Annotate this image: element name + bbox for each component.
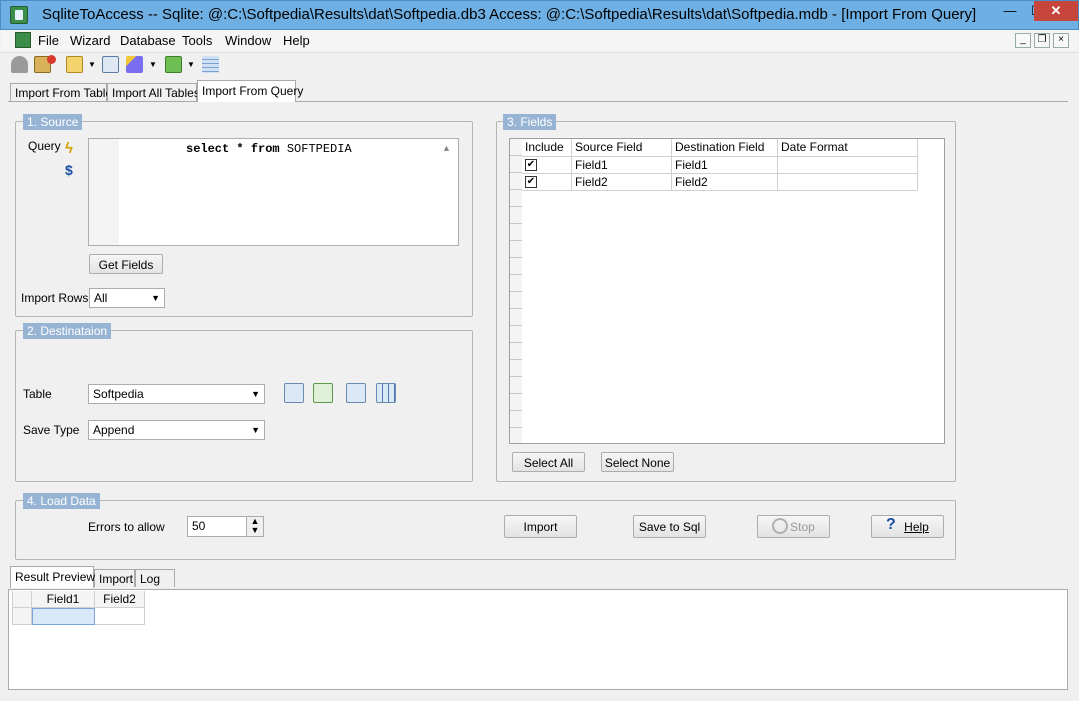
destination-group-title: 2. Destinataion <box>23 323 112 339</box>
table-label: Table <box>23 387 52 401</box>
mdi-restore-button[interactable]: ❐ <box>1034 33 1050 48</box>
connect-icon[interactable] <box>11 56 28 73</box>
query-star: * <box>236 142 244 156</box>
result-preview-panel <box>8 589 1068 690</box>
table-select[interactable]: Softpedia ▼ <box>88 384 265 404</box>
tab-divider <box>8 101 1068 102</box>
query-gutter <box>89 139 119 245</box>
query-table-name: SOFTPEDIA <box>286 142 352 156</box>
column-header-source-field[interactable]: Source Field <box>572 139 672 157</box>
row-header-corner <box>12 591 32 608</box>
scroll-up-icon[interactable]: ▲ <box>442 143 451 153</box>
stop-button[interactable]: Stop <box>757 515 830 538</box>
tab-result-preview[interactable]: Result Preview <box>10 566 95 588</box>
menu-tools[interactable]: Tools <box>182 33 212 48</box>
column-header-destination-field[interactable]: Destination Field <box>672 139 778 157</box>
query-keyword: from <box>250 142 280 156</box>
stop-icon <box>772 518 788 534</box>
column-header-include[interactable]: Include <box>522 139 572 157</box>
select-all-button[interactable]: Select All <box>512 452 585 472</box>
stop-badge-icon <box>47 55 56 64</box>
date-format-cell[interactable] <box>778 174 918 191</box>
run-query-icon[interactable]: ϟ <box>65 140 73 157</box>
help-icon: ? <box>886 516 896 533</box>
destination-field-cell[interactable]: Field1 <box>672 157 778 174</box>
preview-cell[interactable] <box>95 608 145 625</box>
close-button[interactable]: ✕ <box>1034 1 1078 21</box>
tab-import-all-tables[interactable]: Import All Tables <box>107 83 200 101</box>
sql-format-icon[interactable]: $ <box>65 162 73 178</box>
mdi-close-button[interactable]: × <box>1053 33 1069 48</box>
source-group-title: 1. Source <box>23 114 83 130</box>
new-table-icon[interactable] <box>284 383 304 403</box>
mdi-document-icon[interactable] <box>15 32 31 48</box>
fields-group-title: 3. Fields <box>503 114 557 130</box>
chevron-down-icon[interactable]: ▼ <box>149 60 157 69</box>
save-to-sql-button[interactable]: Save to Sql <box>633 515 706 538</box>
date-format-cell[interactable] <box>778 157 918 174</box>
import-button[interactable]: Import <box>504 515 577 538</box>
import-rows-label: Import Rows <box>21 291 89 305</box>
load-data-group-title: 4. Load Data <box>23 493 100 509</box>
query-keyword: select <box>186 142 230 156</box>
row-indicator-column <box>510 139 522 443</box>
magic-wand-icon[interactable] <box>126 56 143 73</box>
view-table-icon[interactable] <box>346 383 366 403</box>
menu-database[interactable]: Database <box>120 33 176 48</box>
window-title: SqliteToAccess -- Sqlite: @:C:\Softpedia… <box>42 6 977 23</box>
help-button[interactable]: Help <box>871 515 944 538</box>
export-icon[interactable] <box>165 56 182 73</box>
spinner-arrows-icon[interactable]: ▲ ▼ <box>246 517 263 536</box>
chevron-down-icon: ▼ <box>251 425 260 435</box>
help-button-label: Help <box>904 520 929 534</box>
refresh-table-icon[interactable] <box>313 383 333 403</box>
table-value: Softpedia <box>93 387 144 401</box>
source-field-cell[interactable]: Field2 <box>572 174 672 191</box>
chevron-down-icon[interactable]: ▼ <box>187 60 195 69</box>
include-checkbox[interactable]: ✔ <box>525 159 537 171</box>
menu-help[interactable]: Help <box>283 33 310 48</box>
destination-group <box>15 330 473 482</box>
destination-field-cell[interactable]: Field2 <box>672 174 778 191</box>
app-icon <box>10 6 28 24</box>
preview-column-field1[interactable]: Field1 <box>32 591 95 608</box>
stop-button-label: Stop <box>790 520 815 534</box>
source-field-cell[interactable]: Field1 <box>572 157 672 174</box>
errors-to-allow-label: Errors to allow <box>88 520 165 534</box>
tab-import-from-table[interactable]: Import From Table <box>10 83 112 101</box>
import-icon[interactable] <box>102 56 119 73</box>
preview-column-field2[interactable]: Field2 <box>95 591 145 608</box>
query-label: Query <box>28 139 61 153</box>
save-type-label: Save Type <box>23 423 80 437</box>
mdi-minimize-button[interactable]: _ <box>1015 33 1031 48</box>
tab-import[interactable]: Import <box>94 569 135 587</box>
errors-to-allow-value: 50 <box>192 519 206 533</box>
save-type-value: Append <box>93 423 135 437</box>
tab-import-from-query[interactable]: Import From Query <box>197 80 303 102</box>
chevron-down-icon: ▼ <box>251 389 260 399</box>
menu-wizard[interactable]: Wizard <box>70 33 110 48</box>
toolbar <box>1 52 1078 79</box>
select-none-button[interactable]: Select None <box>601 452 674 472</box>
import-rows-value: All <box>94 291 108 305</box>
import-rows-select[interactable]: All ▼ <box>89 288 165 308</box>
menu-window[interactable]: Window <box>225 33 271 48</box>
chevron-down-icon: ▼ <box>151 293 160 303</box>
chevron-down-icon[interactable]: ▼ <box>88 60 96 69</box>
column-header-date-format[interactable]: Date Format <box>778 139 918 157</box>
query-text[interactable]: select * from SOFTPEDIA <box>186 142 352 156</box>
preview-cell-selected[interactable] <box>32 608 95 625</box>
wizard-icon[interactable] <box>66 56 83 73</box>
minimize-button[interactable]: — <box>996 1 1024 21</box>
row-header <box>12 608 32 625</box>
grid-icon[interactable] <box>202 56 219 73</box>
tab-log[interactable]: Log <box>135 569 175 587</box>
menu-file[interactable]: File <box>38 33 59 48</box>
get-fields-button[interactable]: Get Fields <box>89 254 163 274</box>
include-checkbox[interactable]: ✔ <box>525 176 537 188</box>
columns-icon[interactable] <box>376 383 396 403</box>
save-type-select[interactable]: Append ▼ <box>88 420 265 440</box>
